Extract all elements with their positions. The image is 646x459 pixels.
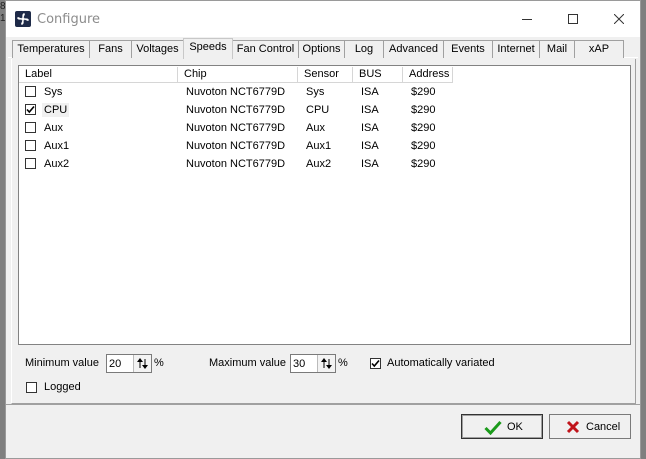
tab-xap[interactable]: xAP [574, 40, 624, 58]
column-header-label[interactable]: Label [19, 67, 178, 83]
tab-log[interactable]: Log [344, 40, 384, 58]
row-chip: Nuvoton NCT6779D [186, 140, 286, 152]
list-row[interactable]: Sys Nuvoton NCT6779D Sys ISA $290 [19, 83, 630, 101]
window-title: Configure [37, 12, 101, 27]
list-row[interactable]: Aux Nuvoton NCT6779D Aux ISA $290 [19, 119, 630, 137]
column-header-chip[interactable]: Chip [178, 67, 298, 83]
row-checkbox[interactable] [25, 158, 36, 169]
spin-arrows[interactable] [317, 355, 335, 372]
close-button[interactable] [596, 1, 642, 37]
row-address: $290 [411, 158, 436, 170]
minimum-value-input[interactable] [108, 356, 135, 371]
tab-internet[interactable]: Internet [492, 40, 540, 58]
auto-variated-checkbox[interactable] [370, 358, 381, 369]
row-sensor: CPU [306, 104, 330, 116]
auto-variated-label[interactable]: Automatically variated [387, 357, 495, 369]
checkmark-icon [26, 105, 35, 114]
tab-strip: Temperatures Fans Voltages Speeds Fan Co… [9, 38, 639, 59]
maximum-value-input[interactable] [292, 356, 319, 371]
maximize-button[interactable] [550, 1, 596, 37]
tab-fans[interactable]: Fans [89, 40, 132, 58]
tab-temperatures[interactable]: Temperatures [12, 40, 90, 58]
tab-advanced[interactable]: Advanced [383, 40, 444, 58]
tab-voltages[interactable]: Voltages [131, 40, 184, 58]
row-label: Aux1 [44, 140, 70, 152]
spin-arrows[interactable] [133, 355, 151, 372]
logged-label[interactable]: Logged [44, 381, 81, 393]
checkmark-icon [484, 420, 502, 435]
row-checkbox[interactable] [25, 122, 36, 133]
row-bus: ISA [361, 86, 379, 98]
minimum-value-label: Minimum value [25, 357, 99, 369]
row-label: Aux [44, 122, 63, 134]
cancel-button[interactable]: Cancel [549, 414, 631, 439]
minimize-button[interactable] [504, 1, 550, 37]
minimize-icon [522, 19, 532, 20]
column-header-bus[interactable]: BUS [353, 67, 403, 83]
cancel-button-label: Cancel [586, 421, 621, 433]
row-checkbox[interactable] [25, 86, 36, 97]
maximize-icon [568, 14, 578, 24]
sensor-list[interactable]: Label Chip Sensor BUS Address Sys Nuvoto… [18, 65, 631, 345]
tab-events[interactable]: Events [443, 40, 493, 58]
row-label: Aux2 [44, 158, 70, 170]
maximum-value-label: Maximum value [209, 357, 287, 369]
list-row[interactable]: Aux1 Nuvoton NCT6779D Aux1 ISA $290 [19, 137, 630, 155]
fan-icon [15, 11, 31, 27]
logged-checkbox[interactable] [26, 382, 37, 393]
ok-button[interactable]: OK [461, 414, 543, 439]
row-address: $290 [411, 104, 436, 116]
row-address: $290 [411, 122, 436, 134]
maximum-value-unit: % [338, 357, 348, 369]
minimum-value-unit: % [154, 357, 164, 369]
row-bus: ISA [361, 104, 379, 116]
row-label: CPU [42, 103, 70, 117]
close-icon [614, 14, 624, 24]
tab-speeds[interactable]: Speeds [183, 38, 233, 59]
maximum-value-spinner[interactable] [290, 354, 336, 373]
row-sensor: Sys [306, 86, 325, 98]
minimum-value-spinner[interactable] [106, 354, 152, 373]
tab-fan-control[interactable]: Fan Control [232, 40, 299, 58]
speeds-panel: Label Chip Sensor BUS Address Sys Nuvoto… [11, 59, 636, 404]
row-chip: Nuvoton NCT6779D [186, 122, 286, 134]
list-row[interactable]: CPU Nuvoton NCT6779D CPU ISA $290 [19, 101, 630, 119]
title-bar[interactable]: Configure [6, 1, 640, 37]
row-checkbox[interactable] [25, 140, 36, 151]
row-chip: Nuvoton NCT6779D [186, 158, 286, 170]
list-header: Label Chip Sensor BUS Address [19, 67, 630, 83]
checkmark-icon [371, 359, 380, 368]
list-row[interactable]: Aux2 Nuvoton NCT6779D Aux2 ISA $290 [19, 155, 630, 173]
row-chip: Nuvoton NCT6779D [186, 104, 286, 116]
row-chip: Nuvoton NCT6779D [186, 86, 286, 98]
row-bus: ISA [361, 122, 379, 134]
row-bus: ISA [361, 158, 379, 170]
cancel-x-icon [566, 420, 580, 434]
configure-window: Configure Temperatures Fans Voltages Spe… [5, 0, 641, 459]
row-label: Sys [44, 86, 63, 98]
row-sensor: Aux1 [306, 140, 332, 152]
row-address: $290 [411, 86, 436, 98]
column-header-address[interactable]: Address [403, 67, 453, 83]
spin-arrows-icon [137, 358, 148, 369]
ok-button-label: OK [507, 421, 523, 433]
footer-divider [6, 404, 640, 405]
spin-arrows-icon [321, 358, 332, 369]
row-sensor: Aux2 [306, 158, 332, 170]
row-address: $290 [411, 140, 436, 152]
tab-options[interactable]: Options [298, 40, 345, 58]
column-header-sensor[interactable]: Sensor [298, 67, 353, 83]
tab-mail[interactable]: Mail [539, 40, 575, 58]
row-sensor: Aux [306, 122, 325, 134]
row-bus: ISA [361, 140, 379, 152]
row-checkbox[interactable] [25, 104, 36, 115]
